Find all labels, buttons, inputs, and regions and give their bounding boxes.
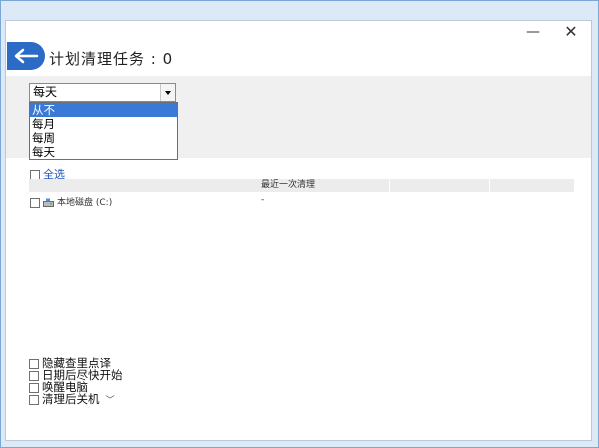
schedule-select-value: 每天 [33,85,58,99]
drive-checkbox[interactable] [30,197,40,208]
dropdown-option[interactable]: 从不 [30,103,177,117]
schedule-dropdown: 从不 每月 每周 每天 [29,102,178,160]
drive-name: 本地磁盘 (C:) [57,198,113,208]
chevron-down-icon[interactable]: ﹀ [106,395,115,407]
drive-icon [43,198,54,207]
minimize-button[interactable]: — [519,22,547,42]
column-header-last-cleanup: 最近一次清理 [261,180,316,190]
column-divider[interactable] [389,179,390,192]
options-list: 隐藏查里点译 日期后尽快开始 唤醒电脑 清理后关机 ﹀ [29,357,123,407]
table-row[interactable]: 本地磁盘 (C:) [30,195,112,208]
chevron-down-icon[interactable] [160,84,175,101]
option-checkbox[interactable] [29,382,39,393]
table-header: 最近一次清理 [29,179,574,192]
back-button[interactable] [7,42,45,70]
option-label: 清理后关机 [42,392,100,406]
arrow-left-icon [14,48,39,64]
dropdown-option[interactable]: 每天 [30,145,177,159]
close-button[interactable]: ✕ [557,22,585,42]
dropdown-option[interactable]: 每周 [30,131,177,145]
schedule-select[interactable]: 每天 [29,83,176,102]
option-checkbox[interactable] [29,394,39,405]
dropdown-option[interactable]: 每月 [30,117,177,131]
option-checkbox[interactable] [29,370,39,381]
option-checkbox[interactable] [29,358,39,369]
drive-last-cleanup: - [261,195,265,205]
option-row[interactable]: 清理后关机 ﹀ [29,392,123,407]
column-divider[interactable] [489,179,490,192]
page-title: 计划清理任务 : 0 [49,50,174,68]
